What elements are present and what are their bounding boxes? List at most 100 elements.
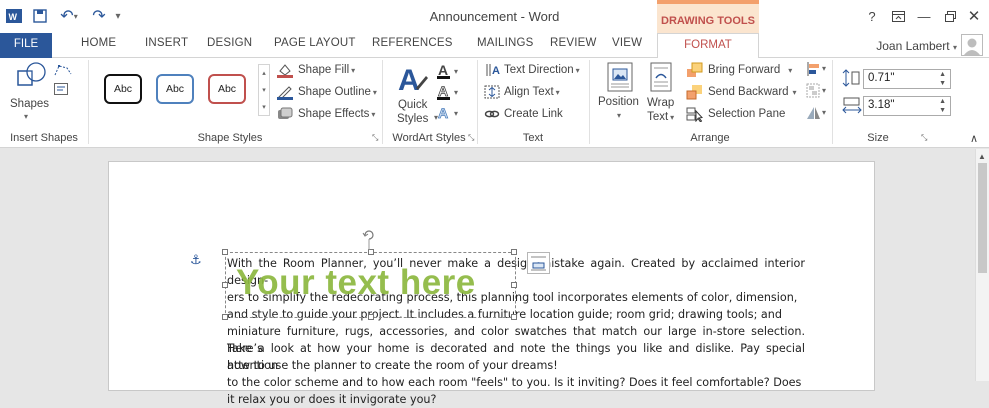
selection-pane-button[interactable]: Selection Pane <box>686 106 785 122</box>
tab-insert[interactable]: INSERT <box>145 37 188 49</box>
wordart-dialog-launcher-icon[interactable]: ⤡ <box>468 133 474 143</box>
shape-effects-button[interactable]: Shape Effects ▾ <box>276 106 375 122</box>
edit-shape-icon[interactable] <box>53 63 75 80</box>
tab-format[interactable]: FORMAT <box>657 33 759 59</box>
svg-text:▾: ▾ <box>454 109 458 118</box>
quick-styles-icon[interactable]: A <box>396 62 430 99</box>
tab-home[interactable]: HOME <box>81 37 116 49</box>
help-button[interactable]: ? <box>862 7 882 25</box>
resize-handle[interactable] <box>222 282 228 288</box>
shape-width-input[interactable]: 3.18" ▲ ▼ <box>863 96 951 116</box>
tab-references[interactable]: REFERENCES <box>372 37 453 49</box>
shape-outline-button[interactable]: Shape Outline ▾ <box>276 84 377 100</box>
resize-handle[interactable] <box>368 314 374 320</box>
shape-height-icon <box>842 69 862 90</box>
bring-forward-button[interactable]: Bring Forward ▾ <box>686 62 792 78</box>
avatar[interactable] <box>961 34 983 56</box>
text-outline-icon[interactable]: A ▾ <box>436 83 466 104</box>
collapse-ribbon-icon[interactable]: ∧ <box>970 132 978 145</box>
svg-text:A: A <box>398 64 420 96</box>
tab-page-layout[interactable]: PAGE LAYOUT <box>274 37 356 49</box>
svg-text:▾: ▾ <box>454 88 458 97</box>
svg-text:▾: ▾ <box>454 67 458 76</box>
send-backward-label: Send Backward <box>708 86 789 98</box>
shape-width-spinner[interactable]: ▲ ▼ <box>939 97 946 115</box>
size-dialog-launcher-icon[interactable]: ⤡ <box>921 133 927 143</box>
vertical-scrollbar[interactable]: ▲ <box>975 149 989 381</box>
ribbon-display-options-icon[interactable] <box>888 7 908 25</box>
tab-view[interactable]: VIEW <box>612 37 642 49</box>
tab-design[interactable]: DESIGN <box>207 37 252 49</box>
paragraph-line: it relax you or does it invigorate you? <box>227 393 437 406</box>
wrap-text-button[interactable]: Wrap Text ▾ <box>647 96 674 125</box>
create-link-button[interactable]: Create Link <box>484 106 563 122</box>
quick-styles-label-1: Quick <box>397 99 428 111</box>
shape-width-icon <box>842 96 862 117</box>
wordart-styles-group-label: WordArt Styles <box>392 132 466 144</box>
align-objects-icon[interactable]: ▾ <box>806 61 830 80</box>
shape-effects-label: Shape Effects <box>298 108 370 120</box>
shape-height-input[interactable]: 0.71" ▲ ▼ <box>863 69 951 89</box>
wrap-text-icon[interactable] <box>649 62 673 95</box>
body-paragraph-2[interactable]: Take a look at how your home is decorate… <box>227 340 805 408</box>
group-objects-icon[interactable]: ▾ <box>806 83 830 102</box>
shapes-dropdown-icon[interactable]: ▾ <box>24 112 28 121</box>
selection-pane-label: Selection Pane <box>708 108 786 120</box>
tab-review[interactable]: REVIEW <box>550 37 597 49</box>
svg-text:A: A <box>492 65 500 77</box>
text-fill-icon[interactable]: A ▾ <box>436 62 466 83</box>
resize-handle[interactable] <box>222 249 228 255</box>
svg-text:▾: ▾ <box>822 108 826 117</box>
shape-styles-dialog-launcher-icon[interactable]: ⤡ <box>372 133 378 143</box>
bring-forward-label: Bring Forward <box>708 64 781 76</box>
rotate-handle-icon[interactable] <box>362 228 376 253</box>
svg-text:▾: ▾ <box>822 64 826 73</box>
quick-styles-label-2: Styles <box>397 113 429 125</box>
rotate-objects-icon[interactable]: ▾ <box>806 105 830 124</box>
shape-height-spinner[interactable]: ▲ ▼ <box>939 70 946 88</box>
close-icon[interactable]: ✕ <box>964 7 984 25</box>
shape-fill-label: Shape Fill <box>298 64 350 76</box>
shapes-gallery-icon[interactable] <box>16 61 48 96</box>
shape-style-preset-3[interactable]: Abc <box>208 74 246 104</box>
svg-text:A: A <box>438 83 448 99</box>
layout-options-button[interactable] <box>527 252 550 274</box>
align-text-button[interactable]: Align Text ▾ <box>484 84 560 100</box>
scroll-up-icon[interactable]: ▲ <box>978 152 986 161</box>
shapes-label: Shapes <box>10 98 50 110</box>
wrap-text-label-1: Wrap <box>647 97 675 109</box>
resize-handle[interactable] <box>511 249 517 255</box>
text-effects-icon[interactable]: A ▾ <box>436 104 466 125</box>
shape-style-preset-2[interactable]: Abc <box>156 74 194 104</box>
text-direction-button[interactable]: A Text Direction ▾ <box>484 62 580 78</box>
user-account-name[interactable]: Joan Lambert ▾ <box>876 39 957 53</box>
wrap-text-label-2: Text <box>647 111 669 123</box>
shape-styles-group-label: Shape Styles <box>197 132 263 144</box>
anchor-icon: ⚓ <box>190 252 202 267</box>
wordart-text[interactable]: Your text here <box>236 263 476 303</box>
shapes-button[interactable]: Shapes <box>10 98 49 110</box>
scrollbar-thumb[interactable] <box>978 163 987 273</box>
position-icon[interactable] <box>606 62 634 95</box>
paragraph-line: Take a look at how your home is decorate… <box>227 342 805 372</box>
position-dropdown-icon[interactable]: ▾ <box>617 111 621 120</box>
position-button[interactable]: Position <box>598 96 639 108</box>
shape-styles-gallery-scroll[interactable]: ▴ ▾ ▾ <box>258 64 270 116</box>
draw-text-box-icon[interactable] <box>54 83 68 98</box>
align-text-label: Align Text <box>504 86 554 98</box>
resize-handle[interactable] <box>222 314 228 320</box>
restore-icon[interactable] <box>940 7 960 25</box>
shape-height-value: 0.71" <box>868 72 895 84</box>
paragraph-line: to the color scheme and to how each room… <box>227 376 802 389</box>
title-bar: W ↶ ▾ ↷ ▾ Announcement - Word DRAWING TOO… <box>0 0 989 33</box>
shape-fill-button[interactable]: Shape Fill ▾ <box>276 62 355 78</box>
quick-styles-button[interactable]: Quick Styles <box>397 98 428 126</box>
resize-handle[interactable] <box>511 282 517 288</box>
tab-mailings[interactable]: MAILINGS <box>477 37 534 49</box>
tab-file[interactable]: FILE <box>0 33 52 58</box>
user-name-label: Joan Lambert <box>876 39 950 53</box>
minimize-icon[interactable]: — <box>914 7 934 25</box>
send-backward-button[interactable]: Send Backward ▾ <box>686 84 797 100</box>
shape-style-preset-1[interactable]: Abc <box>104 74 142 104</box>
resize-handle[interactable] <box>511 314 517 320</box>
